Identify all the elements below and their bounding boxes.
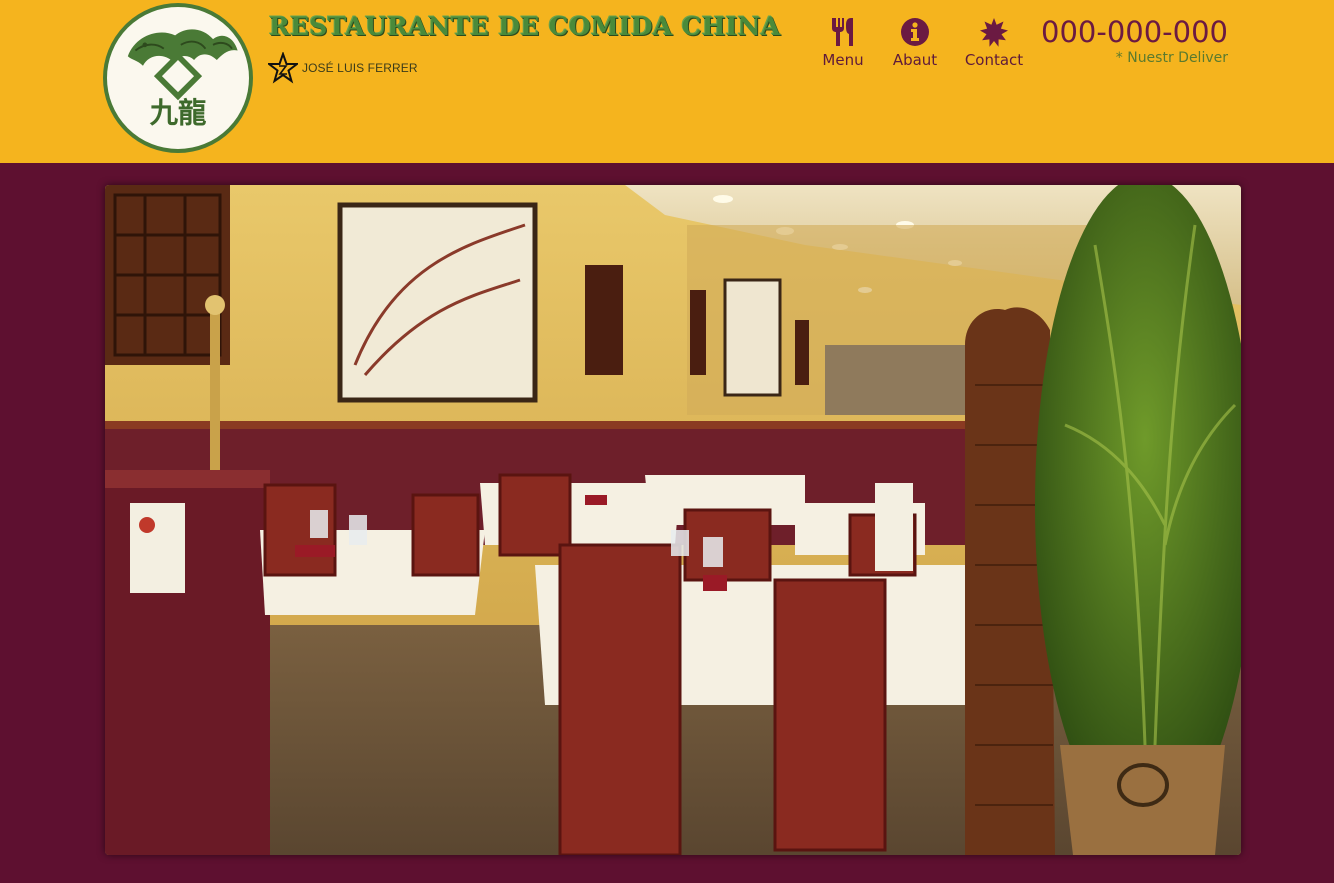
nav-about[interactable]: Abaut: [888, 16, 942, 69]
hero-image: [105, 185, 1241, 855]
fork-knife-icon: [832, 18, 853, 46]
star-icon: [268, 52, 298, 84]
owner-line: JOSÉ LUIS FERRER: [268, 52, 418, 84]
certificate-icon: [980, 18, 1008, 47]
phone-block: 000-000-000 * Nuestr Deliver: [1041, 14, 1228, 66]
svg-text:九龍: 九龍: [150, 95, 207, 129]
restaurant-interior-photo: [105, 185, 1241, 855]
owner-name: JOSÉ LUIS FERRER: [302, 61, 418, 75]
phone-number[interactable]: 000-000-000: [1041, 14, 1228, 50]
nav-contact[interactable]: Contact: [958, 16, 1030, 69]
site-title: RESTAURANTE DE COMIDA CHINA: [269, 12, 781, 41]
nav-menu[interactable]: Menu: [815, 16, 871, 69]
restaurant-logo[interactable]: 九龍: [103, 3, 253, 153]
nav-contact-label: Contact: [964, 51, 1024, 69]
nav-menu-label: Menu: [822, 51, 864, 69]
info-icon: [901, 18, 929, 46]
delivery-note: * Nuestr Deliver: [1115, 50, 1228, 66]
dragon-logo-icon: 九龍: [127, 29, 238, 129]
site-header: 九龍 RESTAURANTE DE COMIDA CHINA JOSÉ LUIS…: [0, 0, 1334, 163]
nav-about-label: Abaut: [892, 51, 938, 69]
